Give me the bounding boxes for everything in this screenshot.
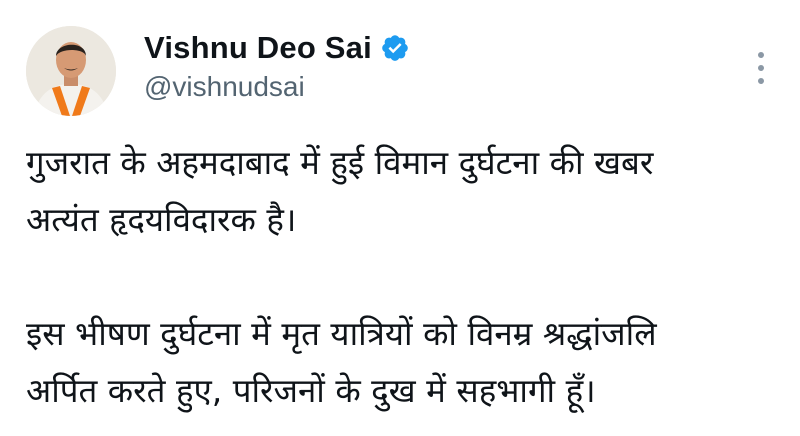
more-dot: [758, 52, 764, 58]
author-display-name[interactable]: Vishnu Deo Sai: [144, 30, 372, 66]
more-vertical-icon[interactable]: [750, 48, 772, 88]
tweet-header: Vishnu Deo Sai @vishnudsai: [26, 24, 786, 116]
more-dot: [758, 65, 764, 71]
verified-badge-icon: [380, 33, 410, 63]
more-dot: [758, 78, 764, 84]
tweet-card: Vishnu Deo Sai @vishnudsai गुजरात के अहम…: [0, 0, 800, 436]
tweet-paragraph: इस भीषण दुर्घटना में मृत यात्रियों को वि…: [26, 314, 657, 410]
tweet-paragraph: गुजरात के अहमदाबाद में हुई विमान दुर्घटन…: [26, 143, 654, 239]
avatar[interactable]: [26, 26, 116, 116]
tweet-text: गुजरात के अहमदाबाद में हुई विमान दुर्घटन…: [26, 134, 786, 419]
author-handle[interactable]: @vishnudsai: [144, 71, 410, 103]
profile-photo-icon: [26, 26, 116, 116]
author-names: Vishnu Deo Sai @vishnudsai: [144, 26, 410, 103]
display-name-row: Vishnu Deo Sai: [144, 26, 410, 70]
